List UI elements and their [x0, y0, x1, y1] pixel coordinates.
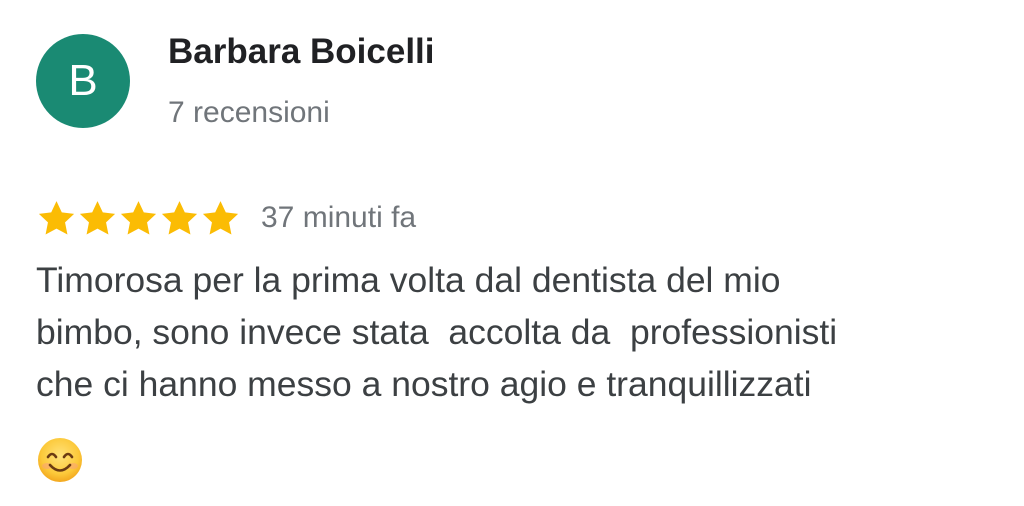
author-name[interactable]: Barbara Boicelli [168, 32, 435, 72]
star-icon [202, 200, 239, 235]
star-icon [120, 200, 157, 235]
rating-row: 37 minuti fa [36, 196, 416, 240]
review-text: Timorosa per la prima volta dal dentista… [36, 260, 838, 404]
review-time: 37 minuti fa [261, 201, 417, 234]
star-icon [79, 200, 116, 235]
star-icon [38, 200, 75, 235]
smiling-face-with-smiling-eyes-icon [38, 438, 82, 482]
avatar-initial: B [68, 56, 98, 105]
star-icon [161, 200, 198, 235]
avatar[interactable]: B [36, 34, 130, 128]
author-review-count[interactable]: 7 recensioni [168, 96, 330, 130]
star-rating [36, 198, 241, 239]
